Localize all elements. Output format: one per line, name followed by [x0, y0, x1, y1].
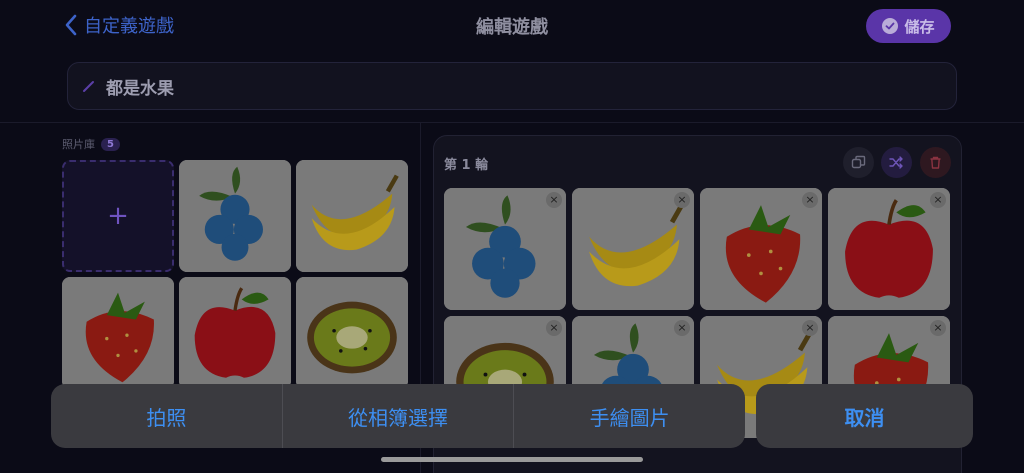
- choose-from-album-option[interactable]: 從相簿選擇: [281, 384, 514, 448]
- photo-count-badge: 5: [101, 137, 120, 151]
- remove-photo-button[interactable]: ×: [802, 320, 818, 336]
- round-slot[interactable]: ×: [700, 188, 822, 310]
- copy-icon: [851, 155, 866, 169]
- round-title: 第 1 輪: [444, 158, 489, 173]
- remove-photo-button[interactable]: ×: [802, 192, 818, 208]
- photo-library-label: 照片庫: [62, 138, 95, 151]
- remove-photo-button[interactable]: ×: [674, 320, 690, 336]
- divider: [0, 122, 1024, 123]
- draw-picture-option[interactable]: 手繪圖片: [513, 384, 745, 448]
- round-slot[interactable]: ×: [444, 188, 566, 310]
- remove-photo-button[interactable]: ×: [930, 320, 946, 336]
- save-label: 儲存: [904, 17, 935, 36]
- duplicate-round-button[interactable]: [843, 147, 874, 178]
- strawberry-icon: [700, 188, 822, 310]
- cancel-button[interactable]: 取消: [756, 384, 973, 448]
- home-indicator: [381, 457, 643, 462]
- blueberry-icon: [179, 160, 291, 272]
- remove-photo-button[interactable]: ×: [930, 192, 946, 208]
- remove-photo-button[interactable]: ×: [674, 192, 690, 208]
- save-button[interactable]: 儲存: [866, 9, 951, 43]
- round-slot[interactable]: ×: [828, 188, 950, 310]
- delete-round-button[interactable]: [920, 147, 951, 178]
- header: 自定義遊戲 編輯遊戲 儲存: [0, 0, 1024, 52]
- shuffle-icon: [889, 156, 903, 169]
- shuffle-round-button[interactable]: [881, 147, 912, 178]
- app-screen: 自定義遊戲 編輯遊戲 儲存 都是水果 照片庫 5 + 第 1 輪 × × × ×…: [0, 0, 1024, 473]
- take-photo-option[interactable]: 拍照: [51, 384, 282, 448]
- blueberry-icon: [444, 188, 566, 310]
- kiwi-icon: [296, 277, 408, 389]
- library-photo-strawberry[interactable]: [62, 277, 174, 389]
- photo-source-action-sheet: 拍照 從相簿選擇 手繪圖片: [51, 384, 745, 448]
- add-photo-button[interactable]: +: [62, 160, 174, 272]
- photo-library-header: 照片庫 5: [62, 136, 120, 152]
- pencil-icon: [83, 81, 94, 92]
- trash-icon: [930, 156, 941, 169]
- apple-icon: [828, 188, 950, 310]
- library-photo-kiwi[interactable]: [296, 277, 408, 389]
- strawberry-icon: [62, 277, 174, 389]
- library-photo-banana[interactable]: [296, 160, 408, 272]
- game-name-field[interactable]: 都是水果: [67, 62, 957, 110]
- check-icon: [882, 18, 899, 34]
- library-photo-blueberry[interactable]: [179, 160, 291, 272]
- banana-icon: [296, 160, 408, 272]
- remove-photo-button[interactable]: ×: [546, 192, 562, 208]
- banana-icon: [572, 188, 694, 310]
- remove-photo-button[interactable]: ×: [546, 320, 562, 336]
- apple-icon: [179, 277, 291, 389]
- plus-icon: +: [107, 201, 129, 231]
- game-name-value: 都是水果: [106, 78, 174, 99]
- library-photo-apple[interactable]: [179, 277, 291, 389]
- round-slot[interactable]: ×: [572, 188, 694, 310]
